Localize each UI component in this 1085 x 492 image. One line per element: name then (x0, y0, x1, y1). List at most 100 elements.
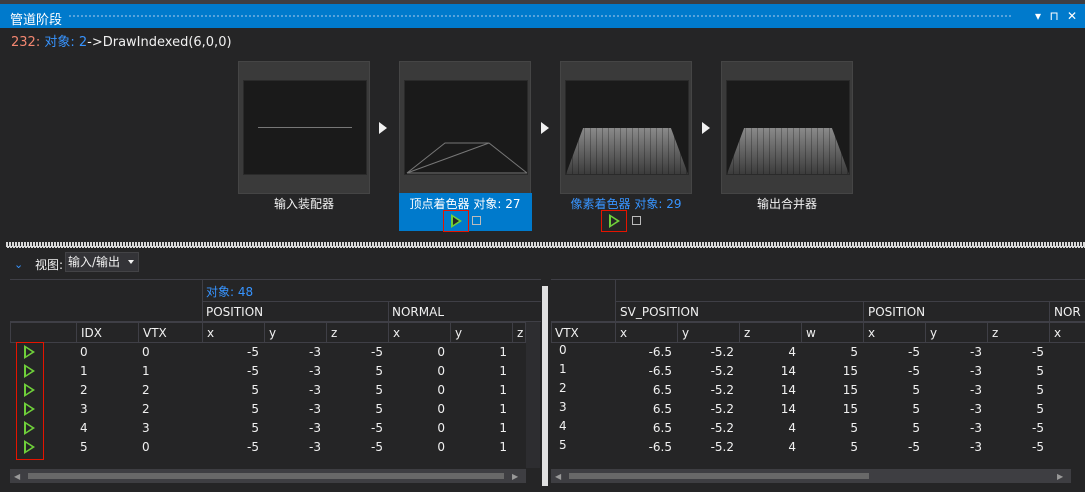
table-cell: -5.2 (710, 345, 734, 359)
table-cell: -3 (309, 345, 321, 359)
input-object-link[interactable]: 对象: 48 (206, 283, 253, 300)
table-cell: 1 (80, 364, 88, 378)
table-cell: -5 (247, 364, 259, 378)
splitter-dots (6, 246, 1085, 248)
table-cell: 5 (850, 440, 858, 454)
table-cell: 2 (559, 381, 567, 395)
column-header-sv-x[interactable]: x (615, 323, 677, 343)
table-cell: -3 (970, 421, 982, 435)
column-header-pos-x[interactable]: x (863, 323, 925, 343)
table-cell: 5 (912, 402, 920, 416)
table-cell: 14 (780, 383, 796, 397)
stage-input-assembler[interactable] (238, 61, 370, 194)
stage-label-input-assembler: 输入装配器 (273, 197, 334, 211)
table-cell: -3 (970, 440, 982, 454)
table-cell: -5.2 (710, 440, 734, 454)
scroll-left-icon[interactable]: ◀ (555, 472, 561, 481)
scroll-right-icon[interactable]: ▶ (1057, 472, 1063, 481)
table-cell: -3 (970, 402, 982, 416)
scroll-right-icon[interactable]: ▶ (512, 472, 518, 481)
table-cell: 14 (780, 402, 796, 416)
input-vertical-scrollbar[interactable] (526, 322, 540, 468)
pin-icon[interactable]: ⊓ (1046, 8, 1062, 24)
table-cell: 0 (437, 383, 445, 397)
table-cell: 2 (80, 383, 88, 397)
output-table: SV_POSITION POSITION NOR VTX x y z w x y… (551, 279, 1085, 488)
stage-pixel-shader[interactable] (560, 61, 692, 194)
table-cell: 6.5 (652, 402, 672, 416)
column-header-sv-z[interactable]: z (739, 323, 801, 343)
stage-thumbnail (565, 80, 689, 175)
stop-vertex-shader-icon[interactable] (472, 216, 481, 225)
column-header-x[interactable]: x (202, 323, 264, 343)
table-cell: 0 (437, 345, 445, 359)
table-cell: 1 (499, 402, 507, 416)
stage-arrow-icon (702, 122, 710, 134)
column-header-vtx[interactable]: VTX (551, 323, 615, 343)
column-header-normal-z[interactable]: z (512, 323, 526, 343)
table-cell: 0 (437, 364, 445, 378)
scroll-thumb[interactable] (28, 473, 504, 479)
table-cell: 14 (780, 364, 796, 378)
table-cell: -6.5 (648, 364, 672, 378)
table-cell: -3 (309, 364, 321, 378)
column-header-sv-y[interactable]: y (677, 323, 739, 343)
output-horizontal-scrollbar[interactable]: ◀ ▶ (551, 469, 1071, 483)
input-horizontal-scrollbar[interactable]: ◀ ▶ (10, 469, 526, 483)
play-icon-inner (26, 443, 32, 451)
table-cell: -5.2 (710, 383, 734, 397)
table-cell: -5 (908, 345, 920, 359)
table-cell: 5 (912, 421, 920, 435)
table-cell: 1 (499, 345, 507, 359)
column-header-nor-x[interactable]: x (1049, 323, 1085, 343)
table-cell: 5 (559, 438, 567, 452)
table-cell: 15 (842, 364, 858, 378)
table-cell: 6.5 (652, 421, 672, 435)
table-cell: -5 (247, 440, 259, 454)
column-header-sv-w[interactable]: w (801, 323, 863, 343)
stage-arrow-icon (379, 122, 387, 134)
debug-pixel-shader-button[interactable] (601, 210, 627, 232)
table-cell: -5 (908, 440, 920, 454)
table-cell: 5 (251, 421, 259, 435)
column-header-pos-z[interactable]: z (987, 323, 1049, 343)
stage-label-output-merger: 输出合并器 (756, 197, 817, 211)
tool-window-titlebar: 管道阶段 ▾ ⊓ ✕ (0, 0, 1085, 28)
column-header-z[interactable]: z (326, 323, 388, 343)
scroll-left-icon[interactable]: ◀ (14, 472, 20, 481)
event-number[interactable]: 232 (11, 35, 36, 50)
debug-vertex-shader-button[interactable] (443, 210, 469, 232)
collapse-chevron-icon[interactable]: ⌄ (14, 258, 23, 271)
table-cell: -3 (970, 364, 982, 378)
table-cell: 5 (80, 440, 88, 454)
view-dropdown[interactable]: 输入/输出 (65, 252, 139, 272)
window-dropdown-icon[interactable]: ▾ (1030, 8, 1046, 24)
table-cell: -5 (371, 421, 383, 435)
column-header-vtx[interactable]: VTX (138, 323, 202, 343)
column-header-normal-x[interactable]: x (388, 323, 450, 343)
column-header-pos-y[interactable]: y (925, 323, 987, 343)
table-cell: 2 (142, 402, 150, 416)
event-object-link[interactable]: 对象: 2 (40, 35, 87, 50)
group-header-position: POSITION (206, 305, 264, 319)
table-cell: 1 (499, 383, 507, 397)
column-header-normal-y[interactable]: y (450, 323, 512, 343)
table-cell: -3 (970, 345, 982, 359)
table-splitter[interactable] (542, 286, 548, 486)
close-icon[interactable]: ✕ (1064, 8, 1080, 24)
column-header-y[interactable]: y (264, 323, 326, 343)
stop-pixel-shader-icon[interactable] (632, 216, 641, 225)
scroll-thumb[interactable] (569, 473, 869, 479)
table-cell: 0 (80, 345, 88, 359)
table-cell: 0 (142, 345, 150, 359)
stage-thumbnail (726, 80, 850, 175)
stage-output-merger[interactable] (721, 61, 853, 194)
column-header-idx[interactable]: IDX (76, 323, 138, 343)
table-cell: 1 (499, 421, 507, 435)
view-label: 视图: (35, 258, 64, 272)
table-cell: 5 (375, 383, 383, 397)
table-cell: -5.2 (710, 402, 734, 416)
stage-vertex-shader[interactable] (399, 61, 531, 194)
table-cell: -5.2 (710, 364, 734, 378)
table-cell: -3 (309, 421, 321, 435)
